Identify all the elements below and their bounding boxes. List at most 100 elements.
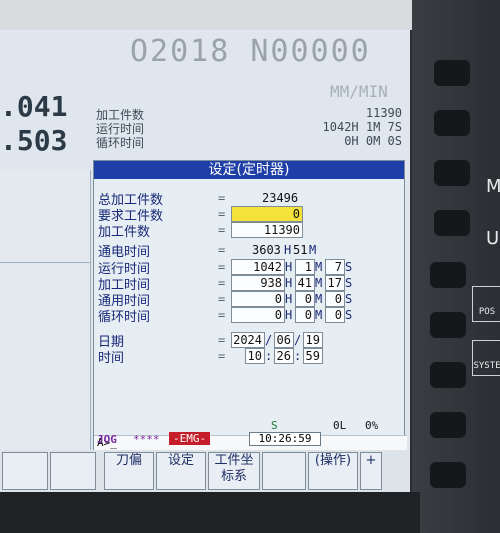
total-parts-value: 23496	[262, 191, 299, 205]
system-key[interactable]: SYSTE	[472, 340, 500, 376]
left-panel	[0, 170, 91, 470]
cutting-minutes-field[interactable]: 41	[295, 275, 315, 291]
softkey-1[interactable]	[2, 452, 48, 490]
background-counters: 加工件数 11390 运行时间 1042H 1M 7S 循环时间 0H 0M 0…	[94, 106, 406, 166]
mode-indicator: JOG	[97, 433, 117, 446]
cycle-minutes-field[interactable]: 0	[295, 307, 315, 323]
status-bar: S 0L 0% JOG **** -EMG- 10:26:59	[93, 418, 405, 450]
panel-key[interactable]	[430, 312, 466, 338]
panel-key[interactable]	[434, 210, 470, 236]
cnc-screen: O2018 N00000 MM/MIN .041 .503 加工件数 11390…	[0, 30, 410, 492]
run-minutes-field[interactable]: 1	[295, 259, 315, 275]
run-seconds-field[interactable]: 7	[325, 259, 345, 275]
second-unit: S	[345, 292, 353, 306]
panel-key[interactable]	[430, 412, 466, 438]
cycle-seconds-field[interactable]: 0	[325, 307, 345, 323]
bezel-bottom	[0, 492, 420, 533]
date-day-field[interactable]: 19	[303, 332, 323, 348]
required-parts-input[interactable]: 0	[231, 206, 303, 222]
equals-sign: =	[218, 333, 226, 347]
equals-sign: =	[218, 308, 226, 322]
cutting-seconds-field[interactable]: 17	[325, 275, 345, 291]
softkey-2[interactable]	[50, 452, 96, 490]
parts-count-input[interactable]: 11390	[231, 222, 303, 238]
override-percent: 0%	[365, 419, 379, 432]
key-u[interactable]: U	[486, 228, 499, 249]
equals-sign: =	[218, 276, 226, 290]
panel-key[interactable]	[434, 60, 470, 86]
coord-value: .041	[0, 90, 68, 123]
softkey-settings[interactable]: 设定	[156, 452, 206, 490]
time-separator: :	[265, 349, 273, 363]
panel-key[interactable]	[430, 362, 466, 388]
bg-row-value: 0H 0M 0S	[344, 134, 402, 148]
feed-unit: MM/MIN	[330, 82, 388, 101]
minute-unit: M	[315, 308, 323, 322]
hour-unit: H	[285, 276, 293, 290]
run-hours-field[interactable]: 1042	[231, 259, 285, 275]
dialog-title: 设定(定时器)	[94, 161, 404, 179]
spindle-indicator: S	[271, 419, 278, 432]
divider	[0, 262, 90, 263]
second-unit: S	[345, 276, 353, 290]
panel-key[interactable]	[430, 462, 466, 488]
date-year-field[interactable]: 2024	[231, 332, 265, 348]
key-m[interactable]: M	[486, 176, 500, 197]
date-separator: /	[294, 333, 302, 347]
second-unit: S	[345, 260, 353, 274]
time-hour-field[interactable]: 10	[245, 348, 265, 364]
panel-key[interactable]	[434, 160, 470, 186]
date-separator: /	[265, 333, 273, 347]
panel-key[interactable]	[434, 110, 470, 136]
softkey-tool-offset[interactable]: 刀偏	[104, 452, 154, 490]
softkey-6[interactable]	[262, 452, 306, 490]
pos-key[interactable]: POS	[472, 286, 500, 322]
second-unit: S	[345, 308, 353, 322]
system-label: SYSTE	[473, 361, 500, 371]
hour-unit: H	[285, 260, 293, 274]
equals-sign: =	[218, 243, 226, 257]
minute-unit: M	[315, 276, 323, 290]
bg-row-value: 11390	[365, 106, 402, 120]
clock: 10:26:59	[249, 432, 321, 446]
emergency-alarm: -EMG-	[169, 432, 211, 445]
softkey-operation[interactable]: (操作)	[308, 452, 358, 490]
panel-key[interactable]	[430, 262, 466, 288]
time-separator: :	[294, 349, 302, 363]
program-header: O2018 N00000	[130, 34, 371, 69]
softkey-next[interactable]: +	[360, 452, 382, 490]
coord-value: .503	[0, 124, 68, 157]
time-label: 时间	[98, 351, 125, 366]
power-on-minutes: 51	[293, 243, 308, 257]
equals-sign: =	[218, 260, 226, 274]
cycle-hours-field[interactable]: 0	[231, 307, 285, 323]
parts-count-label: 加工件数	[98, 225, 151, 240]
minute-unit: M	[315, 292, 323, 306]
cutting-hours-field[interactable]: 938	[231, 275, 285, 291]
equals-sign: =	[218, 223, 226, 237]
equals-sign: =	[218, 292, 226, 306]
minute-unit: M	[315, 260, 323, 274]
pos-label: POS	[478, 307, 496, 317]
time-second-field[interactable]: 59	[303, 348, 323, 364]
equals-sign: =	[218, 191, 226, 205]
status-stars: ****	[133, 433, 160, 446]
free-seconds-field[interactable]: 0	[325, 291, 345, 307]
free-minutes-field[interactable]: 0	[295, 291, 315, 307]
hour-unit: H	[284, 243, 292, 257]
bg-row-value: 1042H 1M 7S	[322, 120, 402, 134]
softkey-work-coordinates[interactable]: 工件坐标系	[208, 452, 260, 490]
cycle-time-label: 循环时间	[98, 310, 151, 325]
date-month-field[interactable]: 06	[274, 332, 294, 348]
free-hours-field[interactable]: 0	[231, 291, 285, 307]
power-on-hours: 3603	[252, 243, 281, 257]
hour-unit: H	[285, 308, 293, 322]
hour-unit: H	[285, 292, 293, 306]
minute-unit: M	[309, 243, 317, 257]
load-indicator: 0L	[333, 419, 347, 432]
bg-row-label: 循环时间	[96, 136, 145, 150]
equals-sign: =	[218, 349, 226, 363]
softkey-bar: 刀偏 设定 工件坐标系 (操作) +	[0, 450, 410, 492]
equals-sign: =	[218, 207, 226, 221]
time-minute-field[interactable]: 26	[274, 348, 294, 364]
